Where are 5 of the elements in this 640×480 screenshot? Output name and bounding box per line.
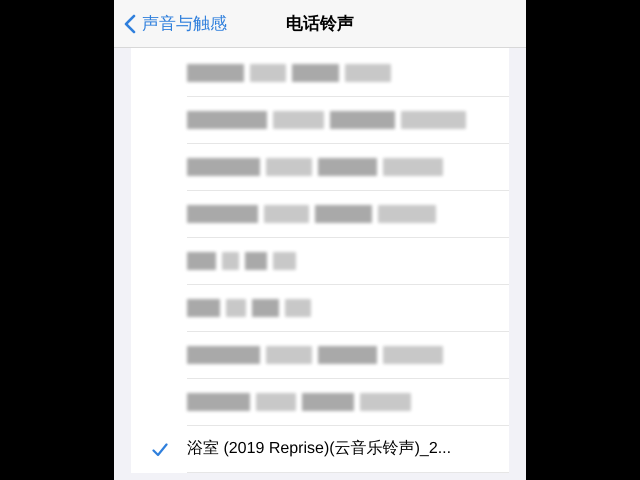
chevron-left-icon xyxy=(124,14,136,34)
window-title: 电话铃声 xyxy=(286,12,354,35)
ringtone-name: 浴室 (2019 Reprise)(云音乐铃声)_2... xyxy=(187,438,452,459)
checkmark-icon xyxy=(152,442,168,456)
back-button[interactable]: 声音与触感 xyxy=(114,10,227,36)
